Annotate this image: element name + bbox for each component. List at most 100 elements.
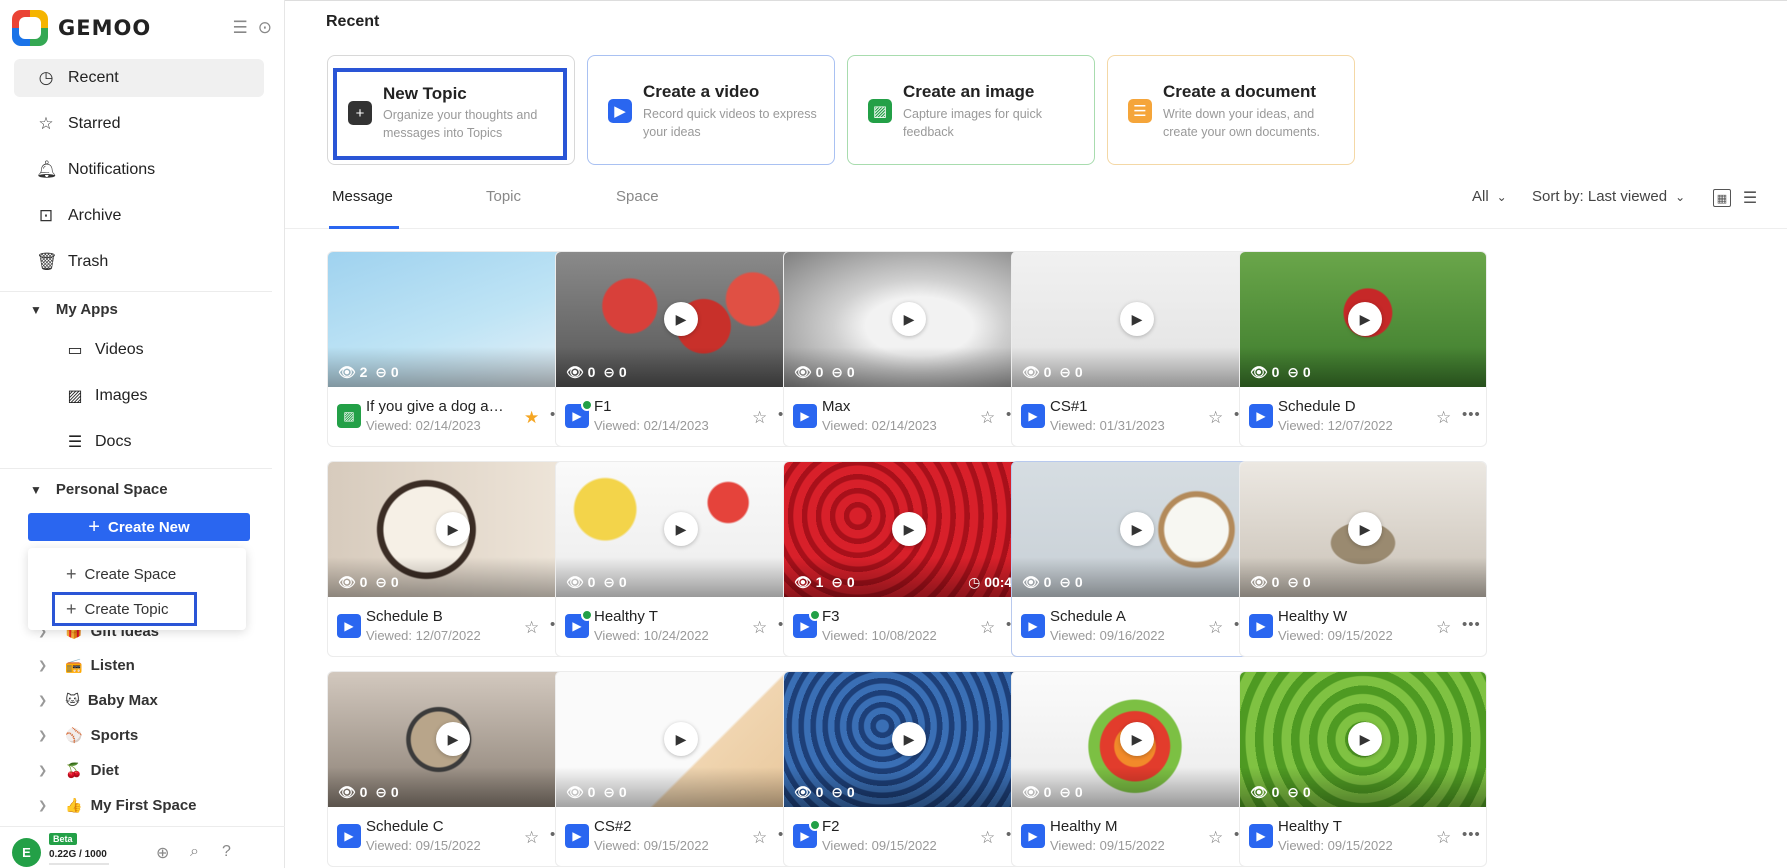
space-item-diet[interactable]: ❯ 🍒 Diet (38, 762, 119, 779)
thumbnail[interactable]: ▶ 👁︎ 0 ⊖ 0 (784, 672, 1030, 807)
nav-item-archive[interactable]: ⊡ Archive (14, 197, 264, 235)
star-icon[interactable]: ☆ (752, 408, 767, 428)
download-icon[interactable]: ⊕ (156, 843, 169, 863)
thumbnail[interactable]: ▶ 👁︎ 0 ⊖ 0 (1012, 252, 1258, 387)
media-card[interactable]: ▶👁︎ 0 ⊖ 0▶F1Viewed: 02/14/2023☆••• (555, 251, 803, 447)
nav-item-notifications[interactable]: 🔔︎ Notifications (14, 151, 264, 189)
play-icon[interactable]: ▶ (664, 512, 698, 546)
space-item-listen[interactable]: ❯ 📻 Listen (38, 657, 135, 674)
thumbnail[interactable]: ▶ 👁︎ 0 ⊖ 0 (328, 462, 574, 597)
star-icon[interactable]: ☆ (980, 828, 995, 848)
star-icon[interactable]: ☆ (752, 618, 767, 638)
star-icon[interactable]: ☆ (524, 618, 539, 638)
play-icon[interactable]: ▶ (664, 722, 698, 756)
app-item-docs[interactable]: ☰ Docs (65, 432, 132, 452)
play-icon[interactable]: ▶ (436, 512, 470, 546)
new-topic-card[interactable]: + New Topic Organize your thoughts and m… (327, 55, 575, 165)
media-title[interactable]: Schedule D (1278, 398, 1418, 415)
search-icon[interactable]: ⌕ (190, 843, 199, 861)
thumbnail[interactable]: ▶ 👁︎ 0 ⊖ 0 (328, 672, 574, 807)
media-card[interactable]: ▶👁︎ 0 ⊖ 0▶F2Viewed: 09/15/2022☆••• (783, 671, 1031, 867)
media-card[interactable]: 👁︎ 2 ⊖ 0 ▨ If you give a dog a donut Viewed… (327, 251, 575, 447)
star-icon[interactable]: ☆ (1436, 408, 1451, 428)
tab-topic[interactable]: Topic (486, 188, 521, 205)
star-icon[interactable]: ☆ (524, 828, 539, 848)
create-space-item[interactable]: + Create Space (66, 564, 176, 585)
create-video-card[interactable]: ▶ Create a video Record quick videos to … (587, 55, 835, 165)
more-options-icon[interactable]: ••• (1462, 406, 1481, 423)
space-item-baby-max[interactable]: ❯ 🐱 Baby Max (38, 692, 158, 709)
filter-dropdown[interactable]: All ⌄ (1472, 188, 1507, 205)
create-document-card[interactable]: ☰ Create a document Write down your idea… (1107, 55, 1355, 165)
tab-space[interactable]: Space (616, 188, 659, 205)
star-icon[interactable]: ☆ (1208, 828, 1223, 848)
thumbnail[interactable]: ▶ 👁︎ 0 ⊖ 0 (1240, 252, 1486, 387)
nav-item-trash[interactable]: 🗑︎ Trash (14, 243, 264, 281)
play-icon[interactable]: ▶ (892, 722, 926, 756)
nav-item-recent[interactable]: ◷ Recent (14, 59, 264, 97)
menu-icon[interactable]: ☰ (233, 18, 248, 38)
create-image-card[interactable]: ▨ Create an image Capture images for qui… (847, 55, 1095, 165)
media-card[interactable]: ▶👁︎ 0 ⊖ 0▶CS#2Viewed: 09/15/2022☆••• (555, 671, 803, 867)
play-icon[interactable]: ▶ (1120, 722, 1154, 756)
media-card[interactable]: ▶👁︎ 0 ⊖ 0▶CS#1Viewed: 01/31/2023☆••• (1011, 251, 1259, 447)
help-icon[interactable]: ? (222, 843, 231, 861)
star-icon[interactable]: ☆ (1208, 408, 1223, 428)
media-title[interactable]: F2 (822, 818, 962, 835)
play-icon[interactable]: ▶ (1348, 722, 1382, 756)
avatar[interactable]: E (12, 838, 41, 867)
thumbnail[interactable]: ▶ 👁︎ 0 ⊖ 0 (1240, 462, 1486, 597)
media-title[interactable]: If you give a dog a donut (366, 398, 506, 415)
play-icon[interactable]: ▶ (1348, 302, 1382, 336)
media-card[interactable]: ▶ 👁︎ 0 ⊖ 0 ▶ Schedule D Viewed: 12/07/2022 ☆ •… (1239, 251, 1487, 447)
media-title[interactable]: Max (822, 398, 962, 415)
create-new-button[interactable]: + Create New (28, 513, 250, 541)
media-title[interactable]: Schedule B (366, 608, 506, 625)
play-icon[interactable]: ▶ (1120, 512, 1154, 546)
app-item-images[interactable]: ▨ Images (65, 386, 147, 406)
space-item-my-first-space[interactable]: ❯ 👍 My First Space (38, 797, 197, 814)
star-icon[interactable]: ☆ (1436, 618, 1451, 638)
media-title[interactable]: Healthy M (1050, 818, 1190, 835)
personal-space-header[interactable]: ▼ Personal Space (30, 481, 168, 498)
media-card[interactable]: ▶👁︎ 0 ⊖ 0▶Schedule AViewed: 09/16/2022☆•… (1011, 461, 1259, 657)
space-item-sports[interactable]: ❯ ⚾ Sports (38, 727, 138, 744)
star-icon[interactable]: ☆ (1436, 828, 1451, 848)
sort-dropdown[interactable]: Sort by: Last viewed ⌄ (1532, 188, 1685, 205)
media-card[interactable]: ▶👁︎ 1 ⊖ 0◷ 00:47▶F3Viewed: 10/08/2022☆••… (783, 461, 1031, 657)
thumbnail[interactable]: ▶ 👁︎ 0 ⊖ 0 (556, 252, 802, 387)
app-item-videos[interactable]: ▭ Videos (65, 340, 143, 360)
star-icon[interactable]: ☆ (980, 618, 995, 638)
media-card[interactable]: ▶ 👁︎ 0 ⊖ 0 ▶ Healthy T Viewed: 09/15/2022 ☆ ••… (1239, 671, 1487, 867)
play-icon[interactable]: ▶ (1120, 302, 1154, 336)
play-icon[interactable]: ▶ (436, 722, 470, 756)
tab-message[interactable]: Message (332, 188, 393, 205)
media-card[interactable]: ▶👁︎ 0 ⊖ 0▶Healthy TViewed: 10/24/2022☆••… (555, 461, 803, 657)
media-title[interactable]: Healthy W (1278, 608, 1418, 625)
media-card[interactable]: ▶ 👁︎ 0 ⊖ 0 ▶ Healthy W Viewed: 09/15/2022 ☆ ••… (1239, 461, 1487, 657)
star-icon[interactable]: ★ (524, 408, 539, 428)
thumbnail[interactable]: ▶ 👁︎ 0 ⊖ 0 (556, 672, 802, 807)
media-title[interactable]: F3 (822, 608, 962, 625)
thumbnail[interactable]: ▶ 👁︎ 0 ⊖ 0 (784, 252, 1030, 387)
media-title[interactable]: Schedule A (1050, 608, 1190, 625)
play-icon[interactable]: ▶ (892, 512, 926, 546)
star-icon[interactable]: ☆ (1208, 618, 1223, 638)
thumbnail[interactable]: 👁︎ 2 ⊖ 0 (328, 252, 574, 387)
media-card[interactable]: ▶👁︎ 0 ⊖ 0▶Schedule CViewed: 09/15/2022☆•… (327, 671, 575, 867)
play-icon[interactable]: ▶ (664, 302, 698, 336)
thumbnail[interactable]: ▶ 👁︎ 0 ⊖ 0 (1012, 462, 1258, 597)
star-icon[interactable]: ☆ (980, 408, 995, 428)
star-icon[interactable]: ☆ (752, 828, 767, 848)
media-title[interactable]: Healthy T (594, 608, 734, 625)
thumbnail[interactable]: ▶ 👁︎ 0 ⊖ 0 (556, 462, 802, 597)
thumbnail[interactable]: ▶ 👁︎ 1 ⊖ 0 ◷ 00:47 (784, 462, 1030, 597)
media-card[interactable]: ▶👁︎ 0 ⊖ 0▶Schedule BViewed: 12/07/2022☆•… (327, 461, 575, 657)
thumbnail[interactable]: ▶ 👁︎ 0 ⊖ 0 (1012, 672, 1258, 807)
media-title[interactable]: Healthy T (1278, 818, 1418, 835)
grid-view-icon[interactable]: ▦ (1713, 189, 1731, 207)
media-title[interactable]: CS#2 (594, 818, 734, 835)
nav-item-starred[interactable]: ☆ Starred (14, 105, 264, 143)
my-apps-header[interactable]: ▼ My Apps (30, 301, 118, 318)
media-title[interactable]: Schedule C (366, 818, 506, 835)
